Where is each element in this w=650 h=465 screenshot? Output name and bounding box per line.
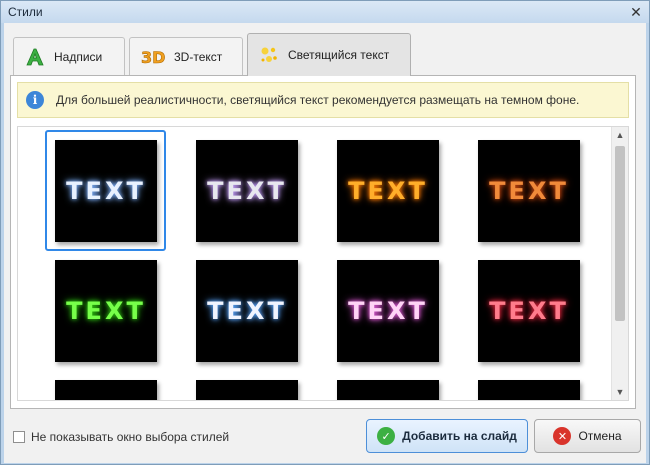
style-thumbnail[interactable] [337, 380, 439, 400]
style-preview-text: TEXT [348, 297, 428, 325]
styles-dialog: Стили ✕ Надписи 3D 3D-текст Светящийся т… [0, 0, 650, 465]
style-thumbnail[interactable]: TEXT [196, 260, 298, 362]
add-button-label: Добавить на слайд [402, 429, 517, 443]
title-bar: Стили ✕ [1, 1, 649, 23]
style-thumbnail[interactable] [196, 380, 298, 400]
cancel-icon: ✕ [553, 427, 572, 445]
style-preview-text: TEXT [348, 177, 428, 205]
window-title: Стили [8, 5, 43, 19]
style-preview-text: TEXT [66, 177, 146, 205]
tab-glowing-text[interactable]: Светящийся текст [247, 33, 411, 76]
style-thumbnail[interactable]: TEXT [55, 140, 157, 242]
tab-captions[interactable]: Надписи [13, 37, 125, 75]
style-gallery: TEXT TEXT TEXT TEXT TEXT TEXT TEXT TEXT ▲ ▼ [17, 126, 629, 401]
style-thumbnail[interactable]: TEXT [196, 140, 298, 242]
scroll-down-icon[interactable]: ▼ [612, 384, 628, 400]
style-preview-text: TEXT [207, 297, 287, 325]
cancel-button-label: Отмена [578, 429, 622, 443]
scrollbar-thumb[interactable] [615, 146, 625, 321]
tab-label: Светящийся текст [288, 48, 390, 62]
style-thumbnail[interactable]: TEXT [55, 260, 157, 362]
style-preview-text: TEXT [489, 297, 569, 325]
dont-show-label: Не показывать окно выбора стилей [31, 430, 230, 444]
tab-label: Надписи [54, 49, 103, 64]
sparkle-icon [261, 47, 277, 62]
dont-show-checkbox[interactable] [13, 431, 25, 443]
dialog-body: Надписи 3D 3D-текст Светящийся текст i Д… [4, 23, 646, 463]
tab-panel: i Для большей реалистичности, светящийся… [10, 75, 636, 409]
tab-label: 3D-текст [174, 49, 223, 64]
info-icon: i [26, 91, 44, 109]
close-icon[interactable]: ✕ [627, 3, 645, 21]
style-preview-text: TEXT [66, 297, 146, 325]
add-to-slide-button[interactable]: ✓ Добавить на слайд [366, 419, 528, 453]
style-thumbnail[interactable]: TEXT [478, 260, 580, 362]
style-thumbnail[interactable]: TEXT [478, 140, 580, 242]
info-banner: i Для большей реалистичности, светящийся… [17, 82, 629, 118]
style-thumbnail[interactable] [55, 380, 157, 400]
dont-show-option: Не показывать окно выбора стилей [13, 430, 229, 444]
letter-a-icon [26, 48, 44, 65]
tab-3d-text[interactable]: 3D 3D-текст [129, 37, 243, 75]
style-preview-text: TEXT [207, 177, 287, 205]
check-icon: ✓ [377, 427, 396, 445]
style-thumbnail[interactable]: TEXT [337, 260, 439, 362]
3d-icon: 3D [141, 47, 166, 67]
style-preview-text: TEXT [489, 177, 569, 205]
scroll-up-icon[interactable]: ▲ [612, 127, 628, 143]
svg-text:3D: 3D [141, 48, 165, 67]
cancel-button[interactable]: ✕ Отмена [534, 419, 641, 453]
style-thumbnail[interactable] [478, 380, 580, 400]
info-text: Для большей реалистичности, светящийся т… [56, 93, 580, 107]
style-thumbnail[interactable]: TEXT [337, 140, 439, 242]
vertical-scrollbar[interactable]: ▲ ▼ [611, 127, 628, 400]
